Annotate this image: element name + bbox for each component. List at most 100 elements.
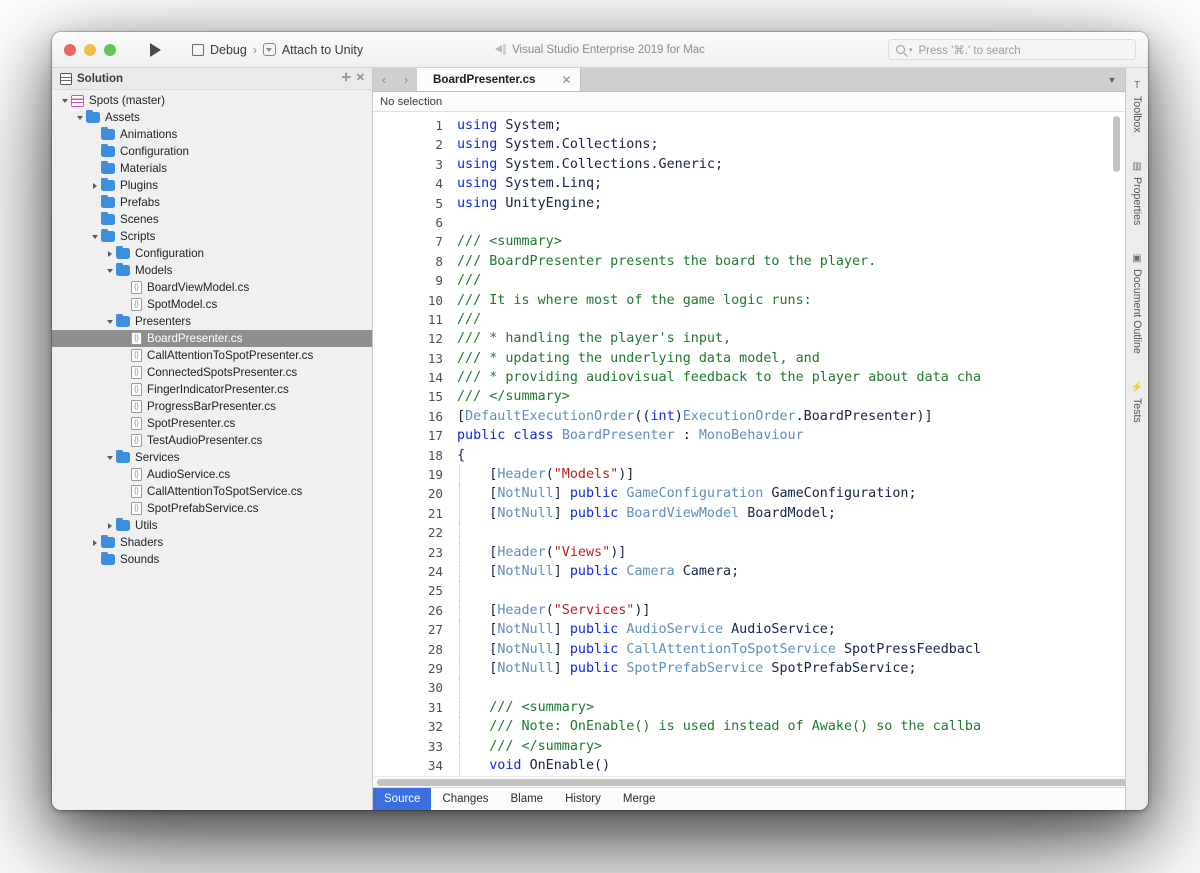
code-line[interactable]: 4using System.Linq; bbox=[373, 174, 1125, 193]
code-line[interactable]: 22 bbox=[373, 523, 1125, 542]
tree-item[interactable]: Sounds bbox=[52, 551, 372, 568]
maximize-window-button[interactable] bbox=[104, 44, 116, 56]
right-pad-strip[interactable]: TToolbox ▥Properties ▣Document Outline ⚡Tes… bbox=[1125, 68, 1148, 810]
code-line[interactable]: 1using System; bbox=[373, 116, 1125, 135]
tree-item[interactable]: SpotPrefabService.cs bbox=[52, 500, 372, 517]
tree-item[interactable]: Services bbox=[52, 449, 372, 466]
code-line[interactable]: 13/// * updating the underlying data mod… bbox=[373, 349, 1125, 368]
breadcrumb[interactable]: No selection bbox=[373, 92, 1125, 112]
tree-item[interactable]: TestAudioPresenter.cs bbox=[52, 432, 372, 449]
code-line[interactable]: 32 /// Note: OnEnable() is used instead … bbox=[373, 717, 1125, 736]
code-line[interactable]: 9/// bbox=[373, 271, 1125, 290]
editor-tab-boardpresenter[interactable]: BoardPresenter.cs ✕ bbox=[417, 68, 581, 91]
tree-item[interactable]: Prefabs bbox=[52, 194, 372, 211]
code-line[interactable]: 33 /// </summary> bbox=[373, 737, 1125, 756]
nav-back-button[interactable]: ‹ bbox=[373, 68, 395, 91]
close-icon[interactable]: ✕ bbox=[356, 73, 365, 84]
tree-item[interactable]: Animations bbox=[52, 126, 372, 143]
disclosure-triangle-icon[interactable] bbox=[103, 523, 116, 529]
bottom-tab-history[interactable]: History bbox=[554, 788, 612, 810]
tree-item[interactable]: Spots (master) bbox=[52, 92, 372, 109]
code-line[interactable]: 30 bbox=[373, 678, 1125, 697]
code-line[interactable]: 10/// It is where most of the game logic… bbox=[373, 291, 1125, 310]
disclosure-triangle-icon[interactable] bbox=[103, 269, 116, 273]
tree-item[interactable]: Presenters bbox=[52, 313, 372, 330]
code-line[interactable]: 34 void OnEnable() bbox=[373, 756, 1125, 775]
pad-tab-document-outline[interactable]: ▣Document Outline bbox=[1131, 249, 1143, 358]
bottom-tab-merge[interactable]: Merge bbox=[612, 788, 667, 810]
code-line[interactable]: 29 [NotNull] public SpotPrefabService Sp… bbox=[373, 659, 1125, 678]
tree-item[interactable]: Utils bbox=[52, 517, 372, 534]
disclosure-triangle-icon[interactable] bbox=[58, 99, 71, 103]
code-lines[interactable]: 1using System;2using System.Collections;… bbox=[373, 112, 1125, 787]
code-line[interactable]: 19 [Header("Models")] bbox=[373, 465, 1125, 484]
tree-item[interactable]: CallAttentionToSpotPresenter.cs bbox=[52, 347, 372, 364]
code-line[interactable]: 18{ bbox=[373, 446, 1125, 465]
tree-item[interactable]: FingerIndicatorPresenter.cs bbox=[52, 381, 372, 398]
disclosure-triangle-icon[interactable] bbox=[103, 456, 116, 460]
tree-item[interactable]: BoardPresenter.cs bbox=[52, 330, 372, 347]
code-line[interactable]: 12/// * handling the player's input, bbox=[373, 329, 1125, 348]
horizontal-scrollbar[interactable] bbox=[373, 776, 1125, 787]
tree-item[interactable]: Scenes bbox=[52, 211, 372, 228]
code-line[interactable]: 24 [NotNull] public Camera Camera; bbox=[373, 562, 1125, 581]
pin-icon[interactable]: ✛ bbox=[342, 73, 351, 84]
code-line[interactable]: 6 bbox=[373, 213, 1125, 232]
search-input[interactable]: ▾ Press '⌘.' to search bbox=[888, 39, 1136, 60]
tree-item[interactable]: Scripts bbox=[52, 228, 372, 245]
disclosure-triangle-icon[interactable] bbox=[88, 183, 101, 189]
code-line[interactable]: 21 [NotNull] public BoardViewModel Board… bbox=[373, 504, 1125, 523]
tree-item[interactable]: Models bbox=[52, 262, 372, 279]
bottom-tab-source[interactable]: Source bbox=[373, 788, 431, 810]
tree-item[interactable]: Configuration bbox=[52, 245, 372, 262]
code-line[interactable]: 3using System.Collections.Generic; bbox=[373, 155, 1125, 174]
pad-tab-properties[interactable]: ▥Properties bbox=[1131, 157, 1143, 229]
tree-item[interactable]: Materials bbox=[52, 160, 372, 177]
bottom-tab-blame[interactable]: Blame bbox=[499, 788, 554, 810]
code-line[interactable]: 23 [Header("Views")] bbox=[373, 543, 1125, 562]
close-window-button[interactable] bbox=[64, 44, 76, 56]
tree-item[interactable]: Shaders bbox=[52, 534, 372, 551]
code-line[interactable]: 20 [NotNull] public GameConfiguration Ga… bbox=[373, 484, 1125, 503]
disclosure-triangle-icon[interactable] bbox=[103, 251, 116, 257]
tab-overflow-chevron-down-icon[interactable]: ▼ bbox=[1099, 68, 1125, 91]
code-line[interactable]: 16[DefaultExecutionOrder((int)ExecutionO… bbox=[373, 407, 1125, 426]
code-line[interactable]: 7/// <summary> bbox=[373, 232, 1125, 251]
pad-tab-toolbox[interactable]: TToolbox bbox=[1131, 76, 1143, 137]
solution-tree[interactable]: Spots (master)AssetsAnimationsConfigurat… bbox=[52, 90, 372, 810]
tree-item[interactable]: Plugins bbox=[52, 177, 372, 194]
run-button[interactable] bbox=[144, 39, 166, 61]
tree-item[interactable]: CallAttentionToSpotService.cs bbox=[52, 483, 372, 500]
code-line[interactable]: 17public class BoardPresenter : MonoBeha… bbox=[373, 426, 1125, 445]
editor-bottom-tabs[interactable]: SourceChangesBlameHistoryMerge bbox=[373, 787, 1125, 810]
tree-item[interactable]: SpotPresenter.cs bbox=[52, 415, 372, 432]
tree-item[interactable]: AudioService.cs bbox=[52, 466, 372, 483]
pad-tab-tests[interactable]: ⚡Tests bbox=[1131, 378, 1143, 427]
code-line[interactable]: 11/// bbox=[373, 310, 1125, 329]
tree-item[interactable]: SpotModel.cs bbox=[52, 296, 372, 313]
code-line[interactable]: 14/// * providing audiovisual feedback t… bbox=[373, 368, 1125, 387]
disclosure-triangle-icon[interactable] bbox=[103, 320, 116, 324]
code-line[interactable]: 27 [NotNull] public AudioService AudioSe… bbox=[373, 620, 1125, 639]
code-line[interactable]: 8/// BoardPresenter presents the board t… bbox=[373, 252, 1125, 271]
run-configuration-selector[interactable]: Debug › Attach to Unity bbox=[192, 43, 363, 57]
code-line[interactable]: 25 bbox=[373, 581, 1125, 600]
code-editor[interactable]: 1using System;2using System.Collections;… bbox=[373, 112, 1125, 787]
tab-close-icon[interactable]: ✕ bbox=[561, 73, 571, 87]
code-line[interactable]: 28 [NotNull] public CallAttentionToSpotS… bbox=[373, 640, 1125, 659]
disclosure-triangle-icon[interactable] bbox=[88, 235, 101, 239]
code-line[interactable]: 26 [Header("Services")] bbox=[373, 601, 1125, 620]
nav-forward-button[interactable]: › bbox=[395, 68, 417, 91]
disclosure-triangle-icon[interactable] bbox=[88, 540, 101, 546]
minimize-window-button[interactable] bbox=[84, 44, 96, 56]
vertical-scrollbar[interactable] bbox=[1113, 116, 1120, 172]
tree-item[interactable]: Configuration bbox=[52, 143, 372, 160]
code-line[interactable]: 31 /// <summary> bbox=[373, 698, 1125, 717]
code-line[interactable]: 2using System.Collections; bbox=[373, 135, 1125, 154]
horizontal-scrollbar-thumb[interactable] bbox=[377, 779, 1125, 786]
tree-item[interactable]: Assets bbox=[52, 109, 372, 126]
bottom-tab-changes[interactable]: Changes bbox=[431, 788, 499, 810]
code-line[interactable]: 5using UnityEngine; bbox=[373, 194, 1125, 213]
tree-item[interactable]: ConnectedSpotsPresenter.cs bbox=[52, 364, 372, 381]
tree-item[interactable]: BoardViewModel.cs bbox=[52, 279, 372, 296]
